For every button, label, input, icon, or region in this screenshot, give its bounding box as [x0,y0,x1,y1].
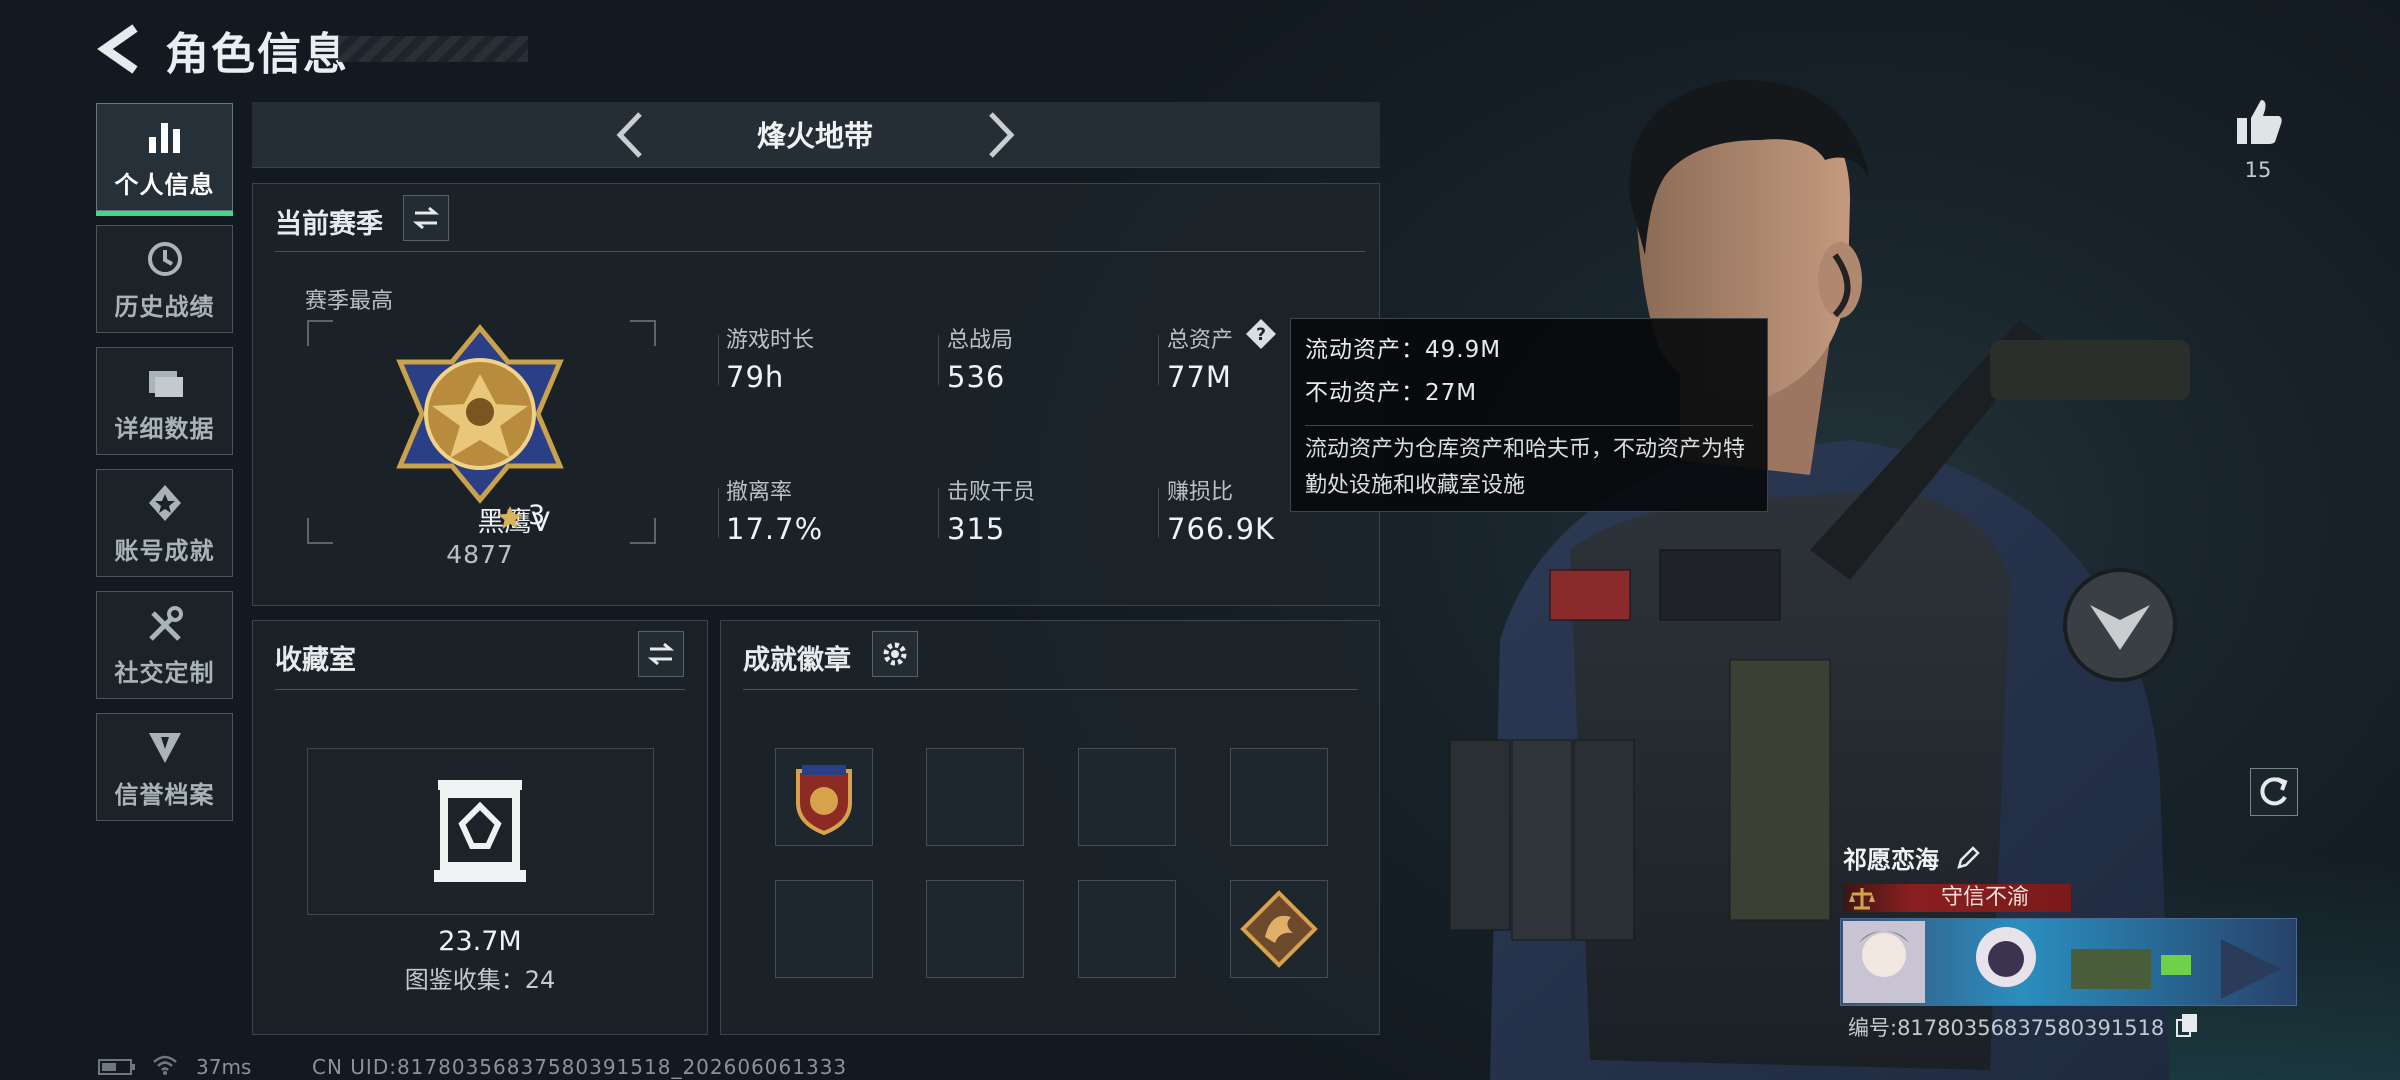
stat-label: 总资产 [1167,328,1234,353]
player-banner[interactable] [1840,918,2297,1006]
collection-room-icon [434,780,526,882]
nav-label: 详细数据 [114,414,215,443]
collection-title: 收藏室 [275,645,356,676]
like-count: 15 [2244,158,2272,182]
nav-match-history[interactable]: 历史战绩 [96,225,233,333]
tools-icon [148,605,183,641]
ping-value: 37ms [196,1055,252,1079]
refresh-button[interactable] [2250,768,2298,816]
shield-badge-icon [796,765,852,836]
reputation-shield-icon [148,732,181,763]
like-thumb-icon[interactable] [2233,96,2285,148]
collection-value: 23.7M [438,926,522,957]
player-title-tag: 守信不渝 [1940,885,2029,910]
rank-emblem-icon [396,324,564,504]
badge-slot[interactable] [775,880,873,978]
season-title: 当前赛季 [275,209,383,240]
uid-footer: CN UID:81780356837580391518_202606061333 [312,1055,848,1079]
season-divider [275,251,1365,252]
gear-icon [883,642,907,666]
rank-score: 4877 [446,540,514,569]
next-mode-chevron-icon[interactable] [983,108,1019,162]
copy-icon[interactable] [2175,1012,2199,1038]
dragon-badge-icon [1240,890,1318,968]
asset-tooltip: 流动资产：49.9M 不动资产：27M 流动资产为仓库资产和哈夫币，不动资产为特… [1290,318,1768,512]
badge-slot[interactable] [1230,748,1328,846]
stat-label: 游戏时长 [726,328,815,353]
title-decoration [338,36,528,62]
stat-divider [1158,335,1159,385]
battery-icon [98,1059,135,1075]
stat-divider [938,335,939,385]
stat-divider [938,488,939,538]
badge-slot[interactable] [926,748,1024,846]
page-title: 角色信息 [165,29,349,80]
scale-emblem-icon [1849,888,1875,910]
achievement-star-icon [148,484,181,521]
nav-label: 历史战绩 [114,292,215,321]
badges-divider [743,689,1358,690]
stat-value: 536 [947,360,1006,394]
nav-social-customize[interactable]: 社交定制 [96,591,233,699]
stat-label: 总战局 [947,328,1014,353]
badge-slot[interactable] [926,880,1024,978]
rank-star-icon [498,506,522,529]
svg-text:?: ? [1256,325,1266,345]
tooltip-fixed-assets: 不动资产：27M [1305,380,1478,406]
prev-mode-chevron-icon[interactable] [612,108,648,162]
stat-value: 17.7% [726,512,824,546]
nav-detailed-data[interactable]: 详细数据 [96,347,233,455]
nav-label: 社交定制 [114,658,215,687]
nav-personal-info[interactable]: 个人信息 [96,103,233,216]
mode-label: 烽火地带 [756,119,873,153]
stat-value: 79h [726,360,785,394]
nav-reputation-file[interactable]: 信誉档案 [96,713,233,821]
stat-divider [718,335,719,385]
wifi-icon [153,1055,177,1075]
badge-slot[interactable] [775,748,873,846]
collection-switch-button[interactable] [638,631,684,677]
season-switch-button[interactable] [403,195,449,241]
stat-label: 赚损比 [1167,480,1234,505]
badge-slot[interactable] [1230,880,1328,978]
badges-settings-button[interactable] [872,631,918,677]
nav-label: 信誉档案 [114,780,215,809]
tooltip-liquid-assets: 流动资产：49.9M [1305,337,1502,363]
stat-value: 315 [947,512,1006,546]
stat-label: 击败干员 [947,480,1036,505]
rank-stars: 3 [528,500,546,531]
stat-label: 撤离率 [726,480,793,505]
nav-label: 个人信息 [114,170,215,199]
frame-corner [307,320,333,346]
season-best-label: 赛季最高 [305,289,394,314]
frame-corner [630,518,656,544]
frame-corner [307,518,333,544]
swap-arrows-icon [412,206,440,230]
refresh-icon [2260,777,2288,806]
nav-account-achievements[interactable]: 账号成就 [96,469,233,577]
swap-arrows-icon [647,642,675,666]
stat-value: 766.9K [1167,512,1276,546]
badge-slot[interactable] [1078,748,1176,846]
collection-divider [275,689,685,690]
stat-value: 77M [1167,360,1232,394]
folder-icon [148,370,183,397]
nav-label: 账号成就 [114,536,215,565]
stat-divider [718,488,719,538]
badge-slot[interactable] [1078,880,1176,978]
badges-title: 成就徽章 [743,645,851,676]
banner-art [1843,921,2281,1003]
player-id: 编号:81780356837580391518 [1848,1016,2165,1040]
edit-pencil-icon[interactable] [1955,845,1981,871]
stat-divider [1158,488,1159,538]
asset-help-icon[interactable]: ? [1245,318,1277,350]
collection-count: 图鉴收集：24 [404,966,556,994]
bar-chart-icon [148,122,180,153]
player-name: 祁愿恋海 [1843,846,1939,874]
history-clock-icon [147,241,182,276]
frame-corner [630,320,656,346]
tooltip-description: 流动资产为仓库资产和哈夫币，不动资产为特勤处设施和收藏室设施 [1305,425,1753,504]
back-arrow-icon[interactable] [95,22,145,76]
